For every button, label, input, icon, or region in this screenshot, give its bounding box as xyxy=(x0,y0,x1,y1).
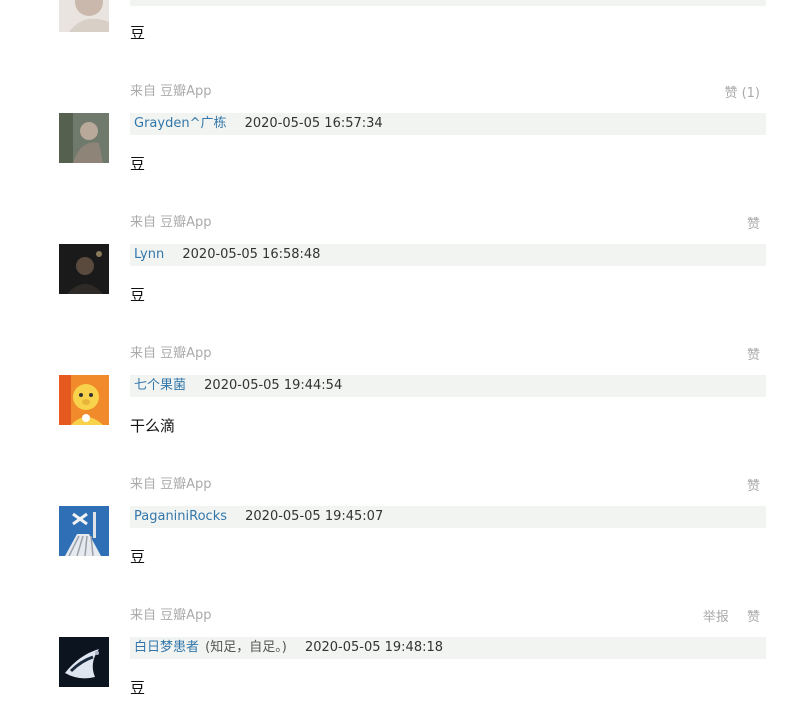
reply-timestamp: 2020-05-05 16:58:48 xyxy=(182,247,321,262)
reply-timestamp: 2020-05-05 19:45:07 xyxy=(245,509,384,524)
reply-actions: 赞 (1) xyxy=(724,86,760,102)
reply-actions: 举报 赞 xyxy=(703,610,760,626)
reply-text: 豆 xyxy=(130,24,146,42)
like-button[interactable]: 赞 xyxy=(747,610,760,625)
avatar[interactable] xyxy=(59,113,109,163)
author-link[interactable]: 白日梦患者 xyxy=(134,640,199,655)
reply-source: 来自 豆瓣App xyxy=(130,346,212,361)
avatar[interactable] xyxy=(59,637,109,687)
reply-text: 豆 xyxy=(130,155,146,173)
reply-feed: 豆 来自 豆瓣App 赞 (1) Grayden^广栋 2020-05-05 1… xyxy=(0,0,800,702)
reply-meta-bar: 七个果菌 2020-05-05 19:44:54 xyxy=(130,375,766,397)
like-button[interactable]: 赞 xyxy=(747,479,760,494)
reply-text: 豆 xyxy=(130,679,146,697)
report-button[interactable]: 举报 xyxy=(703,610,729,625)
reply-timestamp: 2020-05-05 19:44:54 xyxy=(204,378,343,393)
avatar[interactable] xyxy=(59,506,109,556)
avatar[interactable] xyxy=(59,244,109,294)
reply-source: 来自 豆瓣App xyxy=(130,84,212,99)
reply-actions: 赞 xyxy=(747,217,760,233)
reply-text: 干么滴 xyxy=(130,417,176,435)
reply-source: 来自 豆瓣App xyxy=(130,477,212,492)
like-button[interactable]: 赞 (1) xyxy=(724,86,760,101)
author-link[interactable]: PaganiniRocks xyxy=(134,509,227,524)
author-link[interactable]: Grayden^广栋 xyxy=(134,116,226,131)
like-button[interactable]: 赞 xyxy=(747,217,760,232)
reply-timestamp: 2020-05-05 19:48:18 xyxy=(304,640,444,655)
reply-meta-bar xyxy=(130,0,766,6)
author-link[interactable]: 七个果菌 xyxy=(134,378,186,393)
reply-meta-bar: Lynn 2020-05-05 16:58:48 xyxy=(130,244,766,266)
like-button[interactable]: 赞 xyxy=(747,348,760,363)
avatar[interactable] xyxy=(59,0,109,32)
avatar[interactable] xyxy=(59,375,109,425)
reply-meta-bar: Grayden^广栋 2020-05-05 16:57:34 xyxy=(130,113,766,135)
reply-actions: 赞 xyxy=(747,479,760,495)
reply-meta-bar: PaganiniRocks 2020-05-05 19:45:07 xyxy=(130,506,766,528)
reply-source: 来自 豆瓣App xyxy=(130,608,212,623)
reply-text: 豆 xyxy=(130,286,146,304)
reply-meta-bar: 白日梦患者 (知足，自足。) 2020-05-05 19:48:18 xyxy=(130,637,766,659)
author-signature: (知足，自足。) xyxy=(205,640,287,655)
reply-timestamp: 2020-05-05 16:57:34 xyxy=(244,116,383,131)
reply-text: 豆 xyxy=(130,548,146,566)
reply-source: 来自 豆瓣App xyxy=(130,215,212,230)
reply-actions: 赞 xyxy=(747,348,760,364)
author-link[interactable]: Lynn xyxy=(134,247,164,262)
